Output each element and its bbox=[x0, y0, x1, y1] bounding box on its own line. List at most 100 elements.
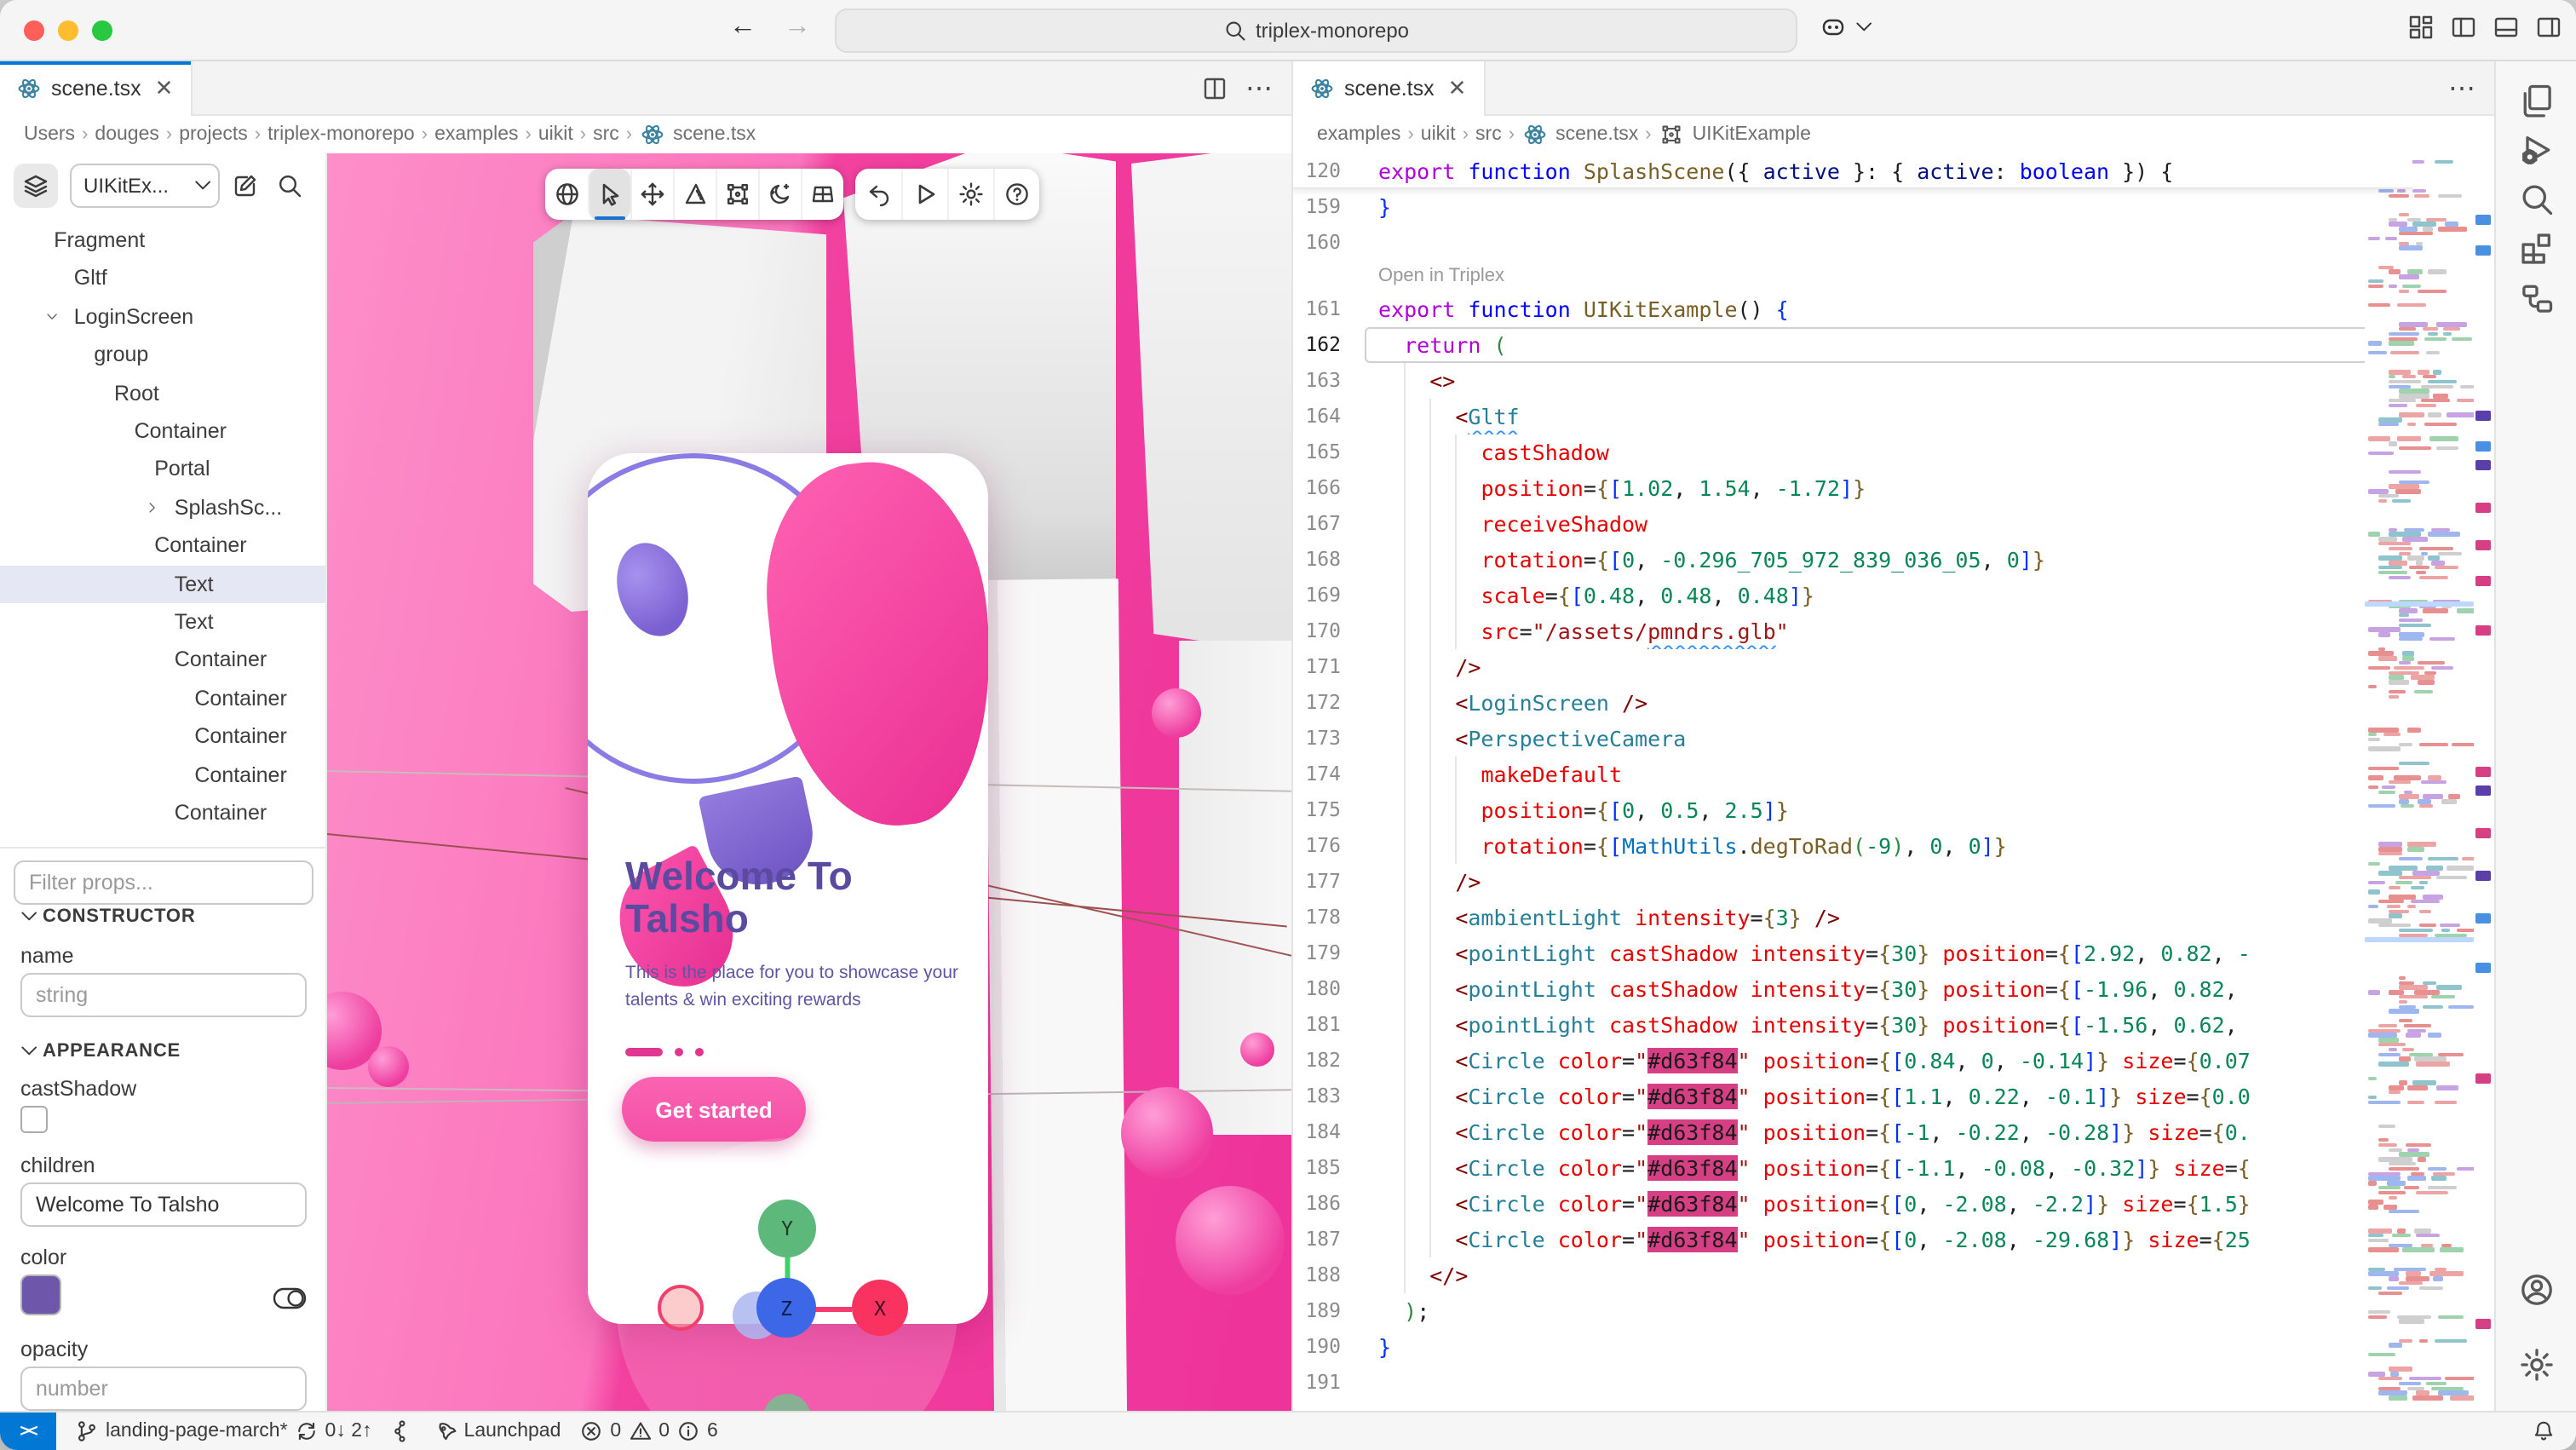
customize-layout-icon[interactable] bbox=[2407, 14, 2435, 41]
explorer-copy-icon[interactable] bbox=[2518, 82, 2556, 119]
code-line[interactable]: 179 <pointLight castShadow intensity={30… bbox=[1293, 935, 2412, 971]
gizmo-x-handle[interactable]: X bbox=[852, 1280, 908, 1336]
code-line[interactable]: 189 ); bbox=[1293, 1293, 2412, 1329]
code-line[interactable]: 165 castShadow bbox=[1293, 434, 2412, 470]
select-tool-button[interactable] bbox=[588, 169, 630, 220]
remote-indicator[interactable]: >< bbox=[0, 1412, 56, 1450]
transform-tool-button[interactable] bbox=[716, 169, 758, 220]
color-swatch[interactable] bbox=[20, 1275, 61, 1315]
code-line[interactable]: 187 <Circle color="#d63f84" position={[0… bbox=[1293, 1222, 2412, 1257]
environment-tool-button[interactable] bbox=[758, 169, 801, 220]
tree-item-fragment[interactable]: Fragment bbox=[0, 222, 325, 259]
breadcrumb-item[interactable]: examples bbox=[434, 124, 518, 145]
name-input[interactable] bbox=[20, 973, 307, 1017]
gizmo-neg-x-handle[interactable] bbox=[658, 1285, 704, 1331]
undo-button[interactable] bbox=[855, 169, 901, 220]
code-line[interactable]: 178 <ambientLight intensity={3} /> bbox=[1293, 900, 2412, 935]
toggle-secondary-sidebar-icon[interactable] bbox=[2535, 14, 2562, 41]
code-line[interactable]: 164 <Gltf bbox=[1293, 399, 2412, 434]
run-debug-icon[interactable] bbox=[2518, 131, 2556, 169]
git-branch-item[interactable]: landing-page-march* 0↓ 2↑ bbox=[75, 1419, 372, 1443]
code-line[interactable]: 186 <Circle color="#d63f84" position={[0… bbox=[1293, 1186, 2412, 1222]
traffic-lights[interactable] bbox=[24, 20, 112, 41]
code-line[interactable]: 167 receiveShadow bbox=[1293, 506, 2412, 542]
breadcrumb-item[interactable]: Users bbox=[24, 124, 75, 145]
appearance-section-header[interactable]: APPEARANCE bbox=[17, 1039, 181, 1063]
overview-ruler[interactable] bbox=[2474, 153, 2494, 1411]
move-tool-button[interactable] bbox=[630, 169, 673, 220]
tree-item-loginscreen[interactable]: LoginScreen bbox=[0, 298, 325, 336]
bell-icon[interactable] bbox=[2532, 1419, 2556, 1443]
code-line[interactable]: 168 rotation={[0, -0.296_705_972_839_036… bbox=[1293, 542, 2412, 578]
chevron-right-icon[interactable] bbox=[141, 500, 165, 515]
code-line[interactable]: 176 rotation={[MathUtils.degToRad(-9), 0… bbox=[1293, 828, 2412, 864]
tree-item-container[interactable]: Container bbox=[0, 412, 325, 450]
code-line[interactable]: 172 <LoginScreen /> bbox=[1293, 685, 2412, 721]
search-scene-icon[interactable] bbox=[276, 172, 303, 199]
tree-item-container[interactable]: Container bbox=[0, 642, 325, 679]
code-line[interactable]: 175 position={[0, 0.5, 2.5]} bbox=[1293, 792, 2412, 828]
copilot-menu[interactable] bbox=[1820, 14, 1867, 41]
extensions-icon[interactable] bbox=[2518, 230, 2556, 268]
search-sidebar-icon[interactable] bbox=[2518, 181, 2556, 218]
breadcrumb-item[interactable]: UIKitExample bbox=[1693, 124, 1811, 145]
gizmo-y-handle[interactable]: Y bbox=[758, 1200, 816, 1257]
account-icon[interactable] bbox=[2518, 1271, 2556, 1309]
problems-item[interactable]: 0 0 6 bbox=[579, 1419, 717, 1443]
tree-item-root[interactable]: Root bbox=[0, 374, 325, 411]
tree-item-container[interactable]: Container bbox=[0, 526, 325, 564]
code-line[interactable]: 166 position={[1.02, 1.54, -1.72]} bbox=[1293, 470, 2412, 506]
more-actions-icon[interactable]: ⋯ bbox=[2448, 71, 2477, 105]
code-line[interactable]: 173 <PerspectiveCamera bbox=[1293, 721, 2412, 757]
codelens-open-in-triplex[interactable]: Open in Triplex bbox=[1293, 261, 1504, 291]
tree-item-container[interactable]: Container bbox=[0, 794, 325, 831]
code-line[interactable]: 170 src="/assets/pmndrs.glb" bbox=[1293, 613, 2412, 649]
tree-item-text[interactable]: Text bbox=[0, 565, 325, 602]
code-line[interactable]: 161export function UIKitExample() { bbox=[1293, 291, 2412, 327]
minimap[interactable] bbox=[2365, 153, 2474, 1411]
code-line[interactable]: 190} bbox=[1293, 1329, 2412, 1365]
breadcrumb-item[interactable]: triplex-monorepo bbox=[267, 124, 415, 145]
breadcrumb-item[interactable]: uikit bbox=[1421, 124, 1456, 145]
launchpad-item[interactable]: Launchpad bbox=[434, 1419, 561, 1443]
breadcrumb-item[interactable]: projects bbox=[179, 124, 248, 145]
castshadow-checkbox[interactable] bbox=[20, 1106, 48, 1133]
code-line[interactable]: 183 <Circle color="#d63f84" position={[1… bbox=[1293, 1079, 2412, 1114]
code-line[interactable]: 182 <Circle color="#d63f84" position={[0… bbox=[1293, 1043, 2412, 1079]
breadcrumb-item[interactable]: douges bbox=[95, 124, 158, 145]
toggle-sidebar-icon[interactable] bbox=[2450, 14, 2477, 41]
filter-props-input[interactable] bbox=[14, 860, 313, 905]
toggle-panel-icon[interactable] bbox=[2493, 14, 2520, 41]
breadcrumb-item[interactable]: scene.tsx bbox=[673, 124, 756, 145]
tree-item-container[interactable]: Container bbox=[0, 717, 325, 755]
close-tab-icon[interactable]: ✕ bbox=[1448, 75, 1467, 102]
chevron-down-icon[interactable] bbox=[45, 305, 60, 329]
split-editor-icon[interactable] bbox=[1201, 74, 1228, 101]
manage-gear-icon[interactable] bbox=[2518, 1346, 2556, 1384]
code-line[interactable]: 188 </> bbox=[1293, 1257, 2412, 1293]
code-line[interactable]: 184 <Circle color="#d63f84" position={[-… bbox=[1293, 1114, 2412, 1150]
pipeline-item[interactable] bbox=[391, 1419, 415, 1443]
code-line[interactable]: 163 <> bbox=[1293, 363, 2412, 399]
minimize-window-icon[interactable] bbox=[58, 20, 78, 41]
scene-layers-button[interactable] bbox=[14, 164, 58, 208]
breadcrumb-item[interactable]: examples bbox=[1317, 124, 1400, 145]
code-editor[interactable]: 120export function SplashScene({ active … bbox=[1293, 153, 2412, 1411]
settings-button[interactable] bbox=[947, 169, 993, 220]
children-input[interactable] bbox=[20, 1182, 307, 1227]
translate-gizmo[interactable]: Y X Z bbox=[617, 1138, 957, 1411]
tree-item-portal[interactable]: Portal bbox=[0, 451, 325, 488]
tab-scene-tsx[interactable]: scene.tsx ✕ bbox=[1293, 61, 1485, 116]
gizmo-z-handle[interactable]: Z bbox=[756, 1278, 816, 1338]
code-line[interactable]: 162 return ( bbox=[1293, 327, 2412, 363]
breadcrumb-item[interactable]: scene.tsx bbox=[1555, 124, 1638, 145]
3d-viewport[interactable]: Welcome To Talsho This is the place for … bbox=[327, 153, 1291, 1411]
command-center-search[interactable]: triplex-monorepo bbox=[835, 9, 1797, 53]
close-window-icon[interactable] bbox=[24, 20, 44, 41]
more-actions-icon[interactable]: ⋯ bbox=[1245, 71, 1274, 105]
sticky-code-line[interactable]: 120export function SplashScene({ active … bbox=[1293, 153, 2412, 189]
get-started-button[interactable]: Get started bbox=[622, 1077, 806, 1142]
code-line[interactable]: 171 /> bbox=[1293, 649, 2412, 685]
breadcrumb-item[interactable]: src bbox=[1475, 124, 1502, 145]
references-icon[interactable] bbox=[2518, 279, 2556, 317]
